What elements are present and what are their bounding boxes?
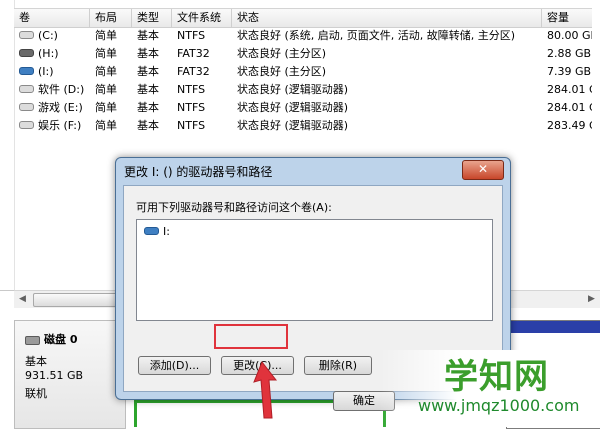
disk-info-panel[interactable]: 磁盘 0 基本 931.51 GB 联机	[14, 320, 126, 429]
volume-name: (H:)	[38, 47, 59, 60]
scroll-right-arrow-icon[interactable]: ▶	[583, 291, 600, 308]
column-header-capacity[interactable]: 容量	[542, 9, 592, 27]
layout-cell: 简单	[95, 119, 117, 132]
drive-icon	[144, 226, 159, 235]
drive-icon	[19, 103, 34, 111]
volume-row[interactable]: 娱乐 (F:) 简单 基本 NTFS 状态良好 (逻辑驱动器) 283.49 G…	[14, 117, 592, 135]
list-item-label: I:	[163, 225, 170, 238]
dialog-prompt: 可用下列驱动器号和路径访问这个卷(A):	[136, 201, 332, 214]
disk-type: 基本	[25, 355, 47, 368]
highlight-box	[214, 324, 288, 349]
volume-name-cell: (H:)	[14, 45, 90, 63]
delete-button[interactable]: 删除(R)	[304, 356, 372, 375]
disk-state: 联机	[25, 387, 47, 400]
partition-bar	[507, 321, 600, 333]
volume-name: 娱乐 (F:)	[38, 119, 82, 132]
capacity-cell: 80.00 GB	[547, 29, 592, 42]
column-header-filesystem[interactable]: 文件系统	[172, 9, 232, 27]
removable-drive-icon	[19, 67, 34, 75]
layout-cell: 简单	[95, 29, 117, 42]
volume-name: (C:)	[38, 29, 58, 42]
add-button[interactable]: 添加(D)...	[138, 356, 211, 375]
volume-row[interactable]: (C:) 简单 基本 NTFS 状态良好 (系统, 启动, 页面文件, 活动, …	[14, 27, 592, 45]
filesystem-cell: NTFS	[177, 119, 206, 132]
drive-icon	[19, 121, 34, 129]
layout-cell: 简单	[95, 65, 117, 78]
column-header-layout[interactable]: 布局	[90, 9, 132, 27]
watermark-url: www.jmqz1000.com	[418, 396, 580, 415]
filesystem-cell: FAT32	[177, 65, 210, 78]
list-item[interactable]: I:	[144, 225, 170, 238]
type-cell: 基本	[137, 65, 159, 78]
volume-row[interactable]: 游戏 (E:) 简单 基本 NTFS 状态良好 (逻辑驱动器) 284.01 G…	[14, 99, 592, 117]
red-arrow-icon	[253, 361, 278, 419]
disk-size: 931.51 GB	[25, 369, 84, 382]
type-cell: 基本	[137, 47, 159, 60]
capacity-cell: 283.49 GB	[547, 119, 592, 132]
capacity-cell: 2.88 GB	[547, 47, 592, 60]
column-header-status[interactable]: 状态	[232, 9, 542, 27]
drive-icon	[19, 85, 34, 93]
volume-name: (I:)	[38, 65, 54, 78]
volume-name: 游戏 (E:)	[38, 101, 83, 114]
disk-name: 磁盘 0	[44, 333, 78, 346]
status-cell: 状态良好 (逻辑驱动器)	[237, 83, 349, 96]
capacity-cell: 284.01 GB	[547, 101, 592, 114]
volume-row[interactable]: (I:) 简单 基本 FAT32 状态良好 (主分区) 7.39 GB	[14, 63, 592, 81]
disk-title: 磁盘 0	[25, 331, 77, 347]
left-margin	[0, 0, 15, 290]
volume-name: 软件 (D:)	[38, 83, 85, 96]
type-cell: 基本	[137, 119, 159, 132]
status-cell: 状态良好 (逻辑驱动器)	[237, 119, 349, 132]
status-cell: 状态良好 (逻辑驱动器)	[237, 101, 349, 114]
capacity-cell: 284.01 GB	[547, 83, 592, 96]
volume-name-cell: 游戏 (E:)	[14, 99, 90, 117]
type-cell: 基本	[137, 101, 159, 114]
disk-icon	[25, 335, 40, 345]
type-cell: 基本	[137, 29, 159, 42]
filesystem-cell: NTFS	[177, 101, 206, 114]
filesystem-cell: FAT32	[177, 47, 210, 60]
volume-name-cell: 软件 (D:)	[14, 81, 90, 99]
column-header-type[interactable]: 类型	[132, 9, 172, 27]
scroll-left-arrow-icon[interactable]: ◀	[14, 291, 31, 308]
watermark-title: 学知网	[444, 357, 549, 397]
drive-icon	[19, 49, 34, 57]
volume-row[interactable]: 软件 (D:) 简单 基本 NTFS 状态良好 (逻辑驱动器) 284.01 G…	[14, 81, 592, 99]
volume-rows: (C:) 简单 基本 NTFS 状态良好 (系统, 启动, 页面文件, 活动, …	[14, 27, 592, 135]
status-cell: 状态良好 (主分区)	[237, 65, 327, 78]
dialog-title: 更改 I: () 的驱动器号和路径	[124, 165, 273, 179]
layout-cell: 简单	[95, 47, 117, 60]
status-cell: 状态良好 (系统, 启动, 页面文件, 活动, 故障转储, 主分区)	[237, 29, 516, 42]
volume-row[interactable]: (H:) 简单 基本 FAT32 状态良好 (主分区) 2.88 GB	[14, 45, 592, 63]
layout-cell: 简单	[95, 101, 117, 114]
drive-path-list[interactable]: I:	[136, 219, 493, 321]
drive-icon	[19, 31, 34, 39]
close-icon[interactable]: ✕	[462, 160, 504, 180]
column-header-volume[interactable]: 卷	[14, 9, 90, 27]
type-cell: 基本	[137, 83, 159, 96]
volume-list-header: 卷 布局 类型 文件系统 状态 容量	[14, 8, 592, 28]
volume-name-cell: (C:)	[14, 27, 90, 45]
filesystem-cell: NTFS	[177, 83, 206, 96]
volume-name-cell: 娱乐 (F:)	[14, 117, 90, 135]
volume-name-cell: (I:)	[14, 63, 90, 81]
capacity-cell: 7.39 GB	[547, 65, 592, 78]
filesystem-cell: NTFS	[177, 29, 206, 42]
layout-cell: 简单	[95, 83, 117, 96]
status-cell: 状态良好 (主分区)	[237, 47, 327, 60]
